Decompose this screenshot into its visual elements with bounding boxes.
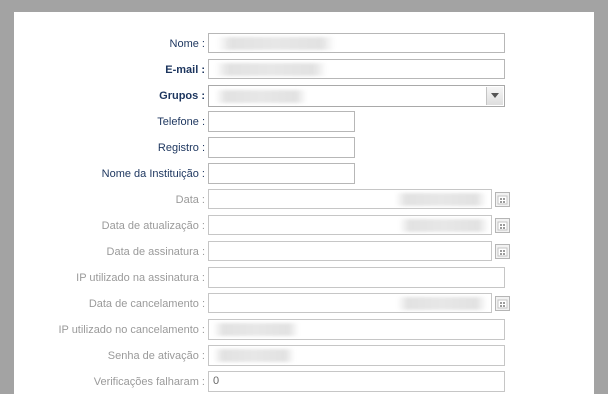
row-cancel-date: Data de cancelamento : <box>14 293 594 315</box>
failed-checks-input: 0 <box>208 371 505 392</box>
institution-label: Nome da Instituição : <box>101 168 205 180</box>
row-groups: Grupos : <box>14 85 594 107</box>
row-signature-ip: IP utilizado na assinatura : <box>14 267 594 289</box>
row-phone: Telefone : <box>14 111 594 133</box>
redacted-value <box>215 90 307 103</box>
redacted-value <box>399 219 489 232</box>
redacted-value <box>397 297 487 310</box>
phone-input[interactable] <box>208 111 355 132</box>
cancel-ip-input <box>208 319 505 340</box>
row-signature-date: Data de assinatura : <box>14 241 594 263</box>
redacted-value <box>213 349 295 362</box>
registry-label: Registro : <box>157 142 205 154</box>
signature-ip-input <box>208 267 505 288</box>
failed-checks-label: Verificações falharam : <box>93 376 205 388</box>
name-input[interactable] <box>208 33 505 53</box>
row-activation-password: Senha de ativação : <box>14 345 594 367</box>
cancel-date-label: Data de cancelamento : <box>88 298 205 310</box>
chevron-down-icon <box>491 93 499 98</box>
groups-dropdown-button[interactable] <box>486 87 503 105</box>
redacted-value <box>217 37 335 50</box>
groups-label: Grupos : <box>159 90 205 102</box>
calendar-icon[interactable] <box>495 192 510 207</box>
registry-input[interactable] <box>208 137 355 158</box>
phone-label: Telefone : <box>157 116 205 128</box>
row-name: Nome : <box>14 33 594 55</box>
calendar-icon[interactable] <box>495 218 510 233</box>
date-input <box>208 189 492 209</box>
cancel-date-input <box>208 293 492 313</box>
row-cancel-ip: IP utilizado no cancelamento : <box>14 319 594 341</box>
row-date: Data : <box>14 189 594 211</box>
email-input[interactable] <box>208 59 505 79</box>
failed-checks-value: 0 <box>213 375 220 387</box>
signature-ip-label: IP utilizado na assinatura : <box>76 272 205 284</box>
groups-select[interactable] <box>208 85 505 107</box>
cancel-ip-label: IP utilizado no cancelamento : <box>58 324 205 336</box>
redacted-value <box>395 193 487 206</box>
signature-date-input <box>208 241 492 261</box>
activation-password-input <box>208 345 505 366</box>
row-email: E-mail : <box>14 59 594 81</box>
updated-date-label: Data de atualização : <box>101 220 205 232</box>
signature-date-label: Data de assinatura : <box>106 246 205 258</box>
redacted-value <box>213 323 299 336</box>
redacted-value <box>215 63 327 76</box>
calendar-icon[interactable] <box>495 244 510 259</box>
name-label: Nome : <box>169 38 205 50</box>
user-form-panel: Nome : E-mail : Grupos : Telefone : Regi… <box>14 12 594 394</box>
updated-date-input <box>208 215 492 235</box>
email-label: E-mail : <box>165 64 205 76</box>
date-label: Data : <box>175 194 205 206</box>
row-updated-date: Data de atualização : <box>14 215 594 237</box>
institution-input[interactable] <box>208 163 355 184</box>
activation-password-label: Senha de ativação : <box>107 350 205 362</box>
calendar-icon[interactable] <box>495 296 510 311</box>
row-failed-checks: Verificações falharam : 0 <box>14 371 594 393</box>
row-registry: Registro : <box>14 137 594 159</box>
row-institution: Nome da Instituição : <box>14 163 594 185</box>
